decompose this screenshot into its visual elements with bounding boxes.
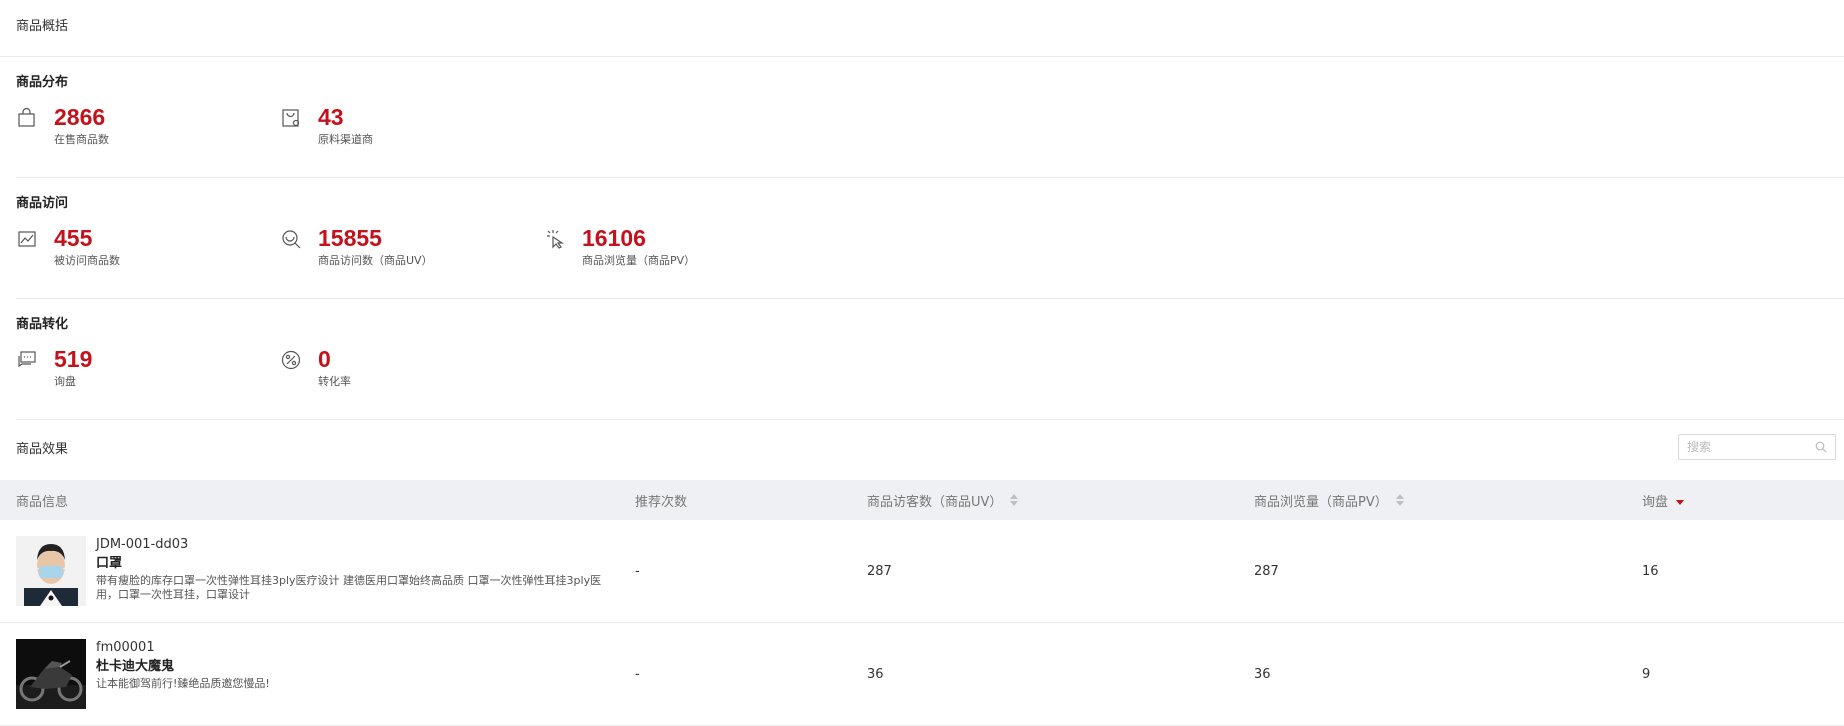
column-header-pv[interactable]: 商品浏览量（商品PV） <box>1254 491 1642 510</box>
metric-label: 询盘 <box>54 375 76 388</box>
metric-label: 原料渠道商 <box>318 133 373 146</box>
product-description: 带有瘦脸的库存口罩一次性弹性耳挂3ply医疗设计 建德医用口罩始终高品质 口罩一… <box>96 574 602 601</box>
metric-value: 519 <box>54 346 93 372</box>
metric-label: 在售商品数 <box>54 133 109 146</box>
metric-label: 被访问商品数 <box>54 254 120 267</box>
chat-bubble-icon <box>16 349 38 371</box>
effect-title: 商品效果 <box>16 442 69 457</box>
metric-label: 转化率 <box>318 375 351 388</box>
inquiry-count: 16 <box>1642 563 1659 579</box>
uv-count: 287 <box>867 563 892 579</box>
product-info: fm00001 杜卡迪大魔鬼 让本能御驾前行!臻绝品质邀您慢品! <box>0 639 635 709</box>
search-input[interactable] <box>1687 440 1807 454</box>
product-description: 让本能御驾前行!臻绝品质邀您慢品! <box>96 677 270 690</box>
visits-section: 商品访问 455 被访问商品数 15855 商品访问数（商品UV） 16106 … <box>16 178 1844 299</box>
distribution-section: 商品分布 2866 在售商品数 43 原料渠道商 <box>16 57 1844 178</box>
sort-icon[interactable] <box>1010 494 1019 506</box>
recommend-count: - <box>635 666 640 682</box>
pv-count: 287 <box>1254 563 1279 579</box>
metric-on-sale-products: 2866 在售商品数 <box>16 103 280 149</box>
column-header-recommend: 推荐次数 <box>635 494 688 510</box>
product-thumbnail[interactable] <box>16 536 86 606</box>
search-icon[interactable] <box>1815 441 1827 453</box>
sort-icon[interactable] <box>1395 494 1404 506</box>
metric-label: 商品访问数（商品UV） <box>318 254 433 267</box>
table-header: 商品信息 推荐次数 商品访客数（商品UV） 商品浏览量（商品PV） 询盘 <box>0 480 1844 520</box>
product-name[interactable]: 口罩 <box>96 554 616 574</box>
visitor-search-icon <box>280 228 302 250</box>
table-row[interactable]: JDM-001-dd03 口罩 带有瘦脸的库存口罩一次性弹性耳挂3ply医疗设计… <box>0 520 1844 623</box>
metric-value: 0 <box>318 346 331 372</box>
overview-title: 商品概括 <box>0 0 1844 57</box>
click-icon <box>544 228 566 250</box>
product-info: JDM-001-dd03 口罩 带有瘦脸的库存口罩一次性弹性耳挂3ply医疗设计… <box>0 536 635 606</box>
search-box[interactable] <box>1678 434 1836 460</box>
visits-title: 商品访问 <box>16 196 69 211</box>
trend-chart-icon <box>16 228 38 250</box>
product-code: JDM-001-dd03 <box>96 537 189 552</box>
inquiry-count: 9 <box>1642 666 1651 682</box>
conversion-title: 商品转化 <box>16 317 69 332</box>
column-header-uv[interactable]: 商品访客数（商品UV） <box>867 491 1254 510</box>
product-code: fm00001 <box>96 640 155 655</box>
metric-value: 2866 <box>54 104 106 130</box>
pv-count: 36 <box>1254 666 1271 682</box>
effect-header: 商品效果 <box>0 420 1844 480</box>
distribution-title: 商品分布 <box>16 75 69 90</box>
product-name[interactable]: 杜卡迪大魔鬼 <box>96 657 616 677</box>
percent-icon <box>280 349 302 371</box>
metric-suppliers: 43 原料渠道商 <box>280 103 544 149</box>
table-row[interactable]: fm00001 杜卡迪大魔鬼 让本能御驾前行!臻绝品质邀您慢品! - 36 36… <box>0 623 1844 726</box>
metric-value: 43 <box>318 104 344 130</box>
metric-product-uv: 15855 商品访问数（商品UV） <box>280 224 544 270</box>
column-header-inquiry[interactable]: 询盘 <box>1642 491 1844 510</box>
conversion-section: 商品转化 519 询盘 0 转化率 <box>16 299 1844 420</box>
metric-conversion-rate: 0 转化率 <box>280 345 544 391</box>
recommend-count: - <box>635 563 640 579</box>
uv-count: 36 <box>867 666 884 682</box>
metric-inquiries: 519 询盘 <box>16 345 280 391</box>
metric-value: 455 <box>54 225 93 251</box>
metric-visited-products: 455 被访问商品数 <box>16 224 280 270</box>
shopping-bag-icon <box>16 107 38 129</box>
column-header-info: 商品信息 <box>16 494 69 510</box>
metric-product-pv: 16106 商品浏览量（商品PV） <box>544 224 808 270</box>
metric-label: 商品浏览量（商品PV） <box>582 254 696 267</box>
product-thumbnail[interactable] <box>16 639 86 709</box>
metric-value: 16106 <box>582 225 646 251</box>
metric-value: 15855 <box>318 225 382 251</box>
sort-desc-icon[interactable] <box>1676 496 1685 505</box>
supplier-bag-icon <box>280 107 302 129</box>
